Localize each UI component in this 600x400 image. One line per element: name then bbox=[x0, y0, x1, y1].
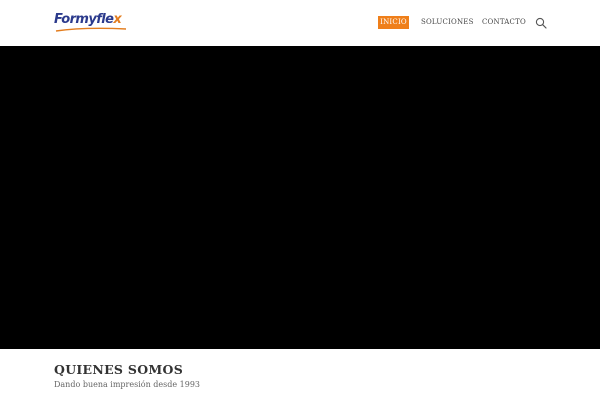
nav-item-inicio[interactable]: INICIO bbox=[378, 16, 409, 29]
hero-slider bbox=[0, 46, 600, 349]
section-title: QUIENES SOMOS bbox=[54, 362, 184, 377]
site-header: Formyflex INICIO SOLUCIONES CONTACTO bbox=[0, 0, 600, 46]
search-icon[interactable] bbox=[535, 17, 547, 29]
section-subtitle: Dando buena impresión desde 1993 bbox=[54, 380, 201, 389]
nav-item-contacto[interactable]: CONTACTO bbox=[482, 16, 526, 29]
main-nav: INICIO SOLUCIONES CONTACTO bbox=[0, 16, 600, 30]
nav-item-soluciones[interactable]: SOLUCIONES bbox=[421, 16, 474, 29]
